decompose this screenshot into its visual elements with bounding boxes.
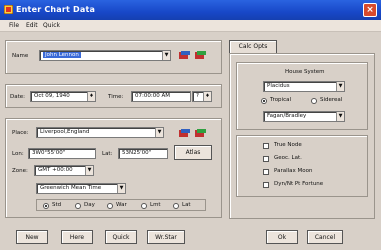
radio-lmt[interactable] (141, 203, 147, 209)
name-value: John Lennon (43, 52, 81, 58)
zone-label: Zone: (12, 168, 28, 174)
radio-tropical-label: Tropical (270, 97, 291, 103)
radio-war-label: War (116, 202, 127, 208)
place-value: Liverpool,England (40, 129, 90, 135)
checkbox-geoc-lat[interactable] (263, 156, 269, 162)
new-button-label: New (25, 234, 39, 241)
close-icon: × (366, 5, 374, 15)
radio-std[interactable] (43, 203, 49, 209)
place-panel: Place: Liverpool,England ▼ Lon: 3W0°55'0… (5, 118, 222, 218)
time-value: 07:00:00 AM (135, 93, 170, 99)
lat-label: Lat: (102, 151, 113, 157)
window-title: Enter Chart Data (16, 5, 96, 14)
time-flag: ? (196, 93, 199, 99)
time-flag-field[interactable]: ? ♦ (192, 91, 212, 102)
checkbox-parallax-moon[interactable] (263, 169, 269, 175)
house-system-label: House System (285, 69, 325, 75)
timezone-value: Greenwich Mean Time (40, 185, 102, 191)
zone-value: GMT +00:00 (38, 167, 73, 173)
radio-sidereal-label: Sidereal (320, 97, 343, 103)
name-panel: Name John Lennon ▼ (5, 40, 222, 74)
wrstar-button-label: Wr.Star (155, 234, 177, 241)
tab-calc-opts-label: Calc Opts (238, 43, 268, 50)
radio-tropical[interactable] (261, 98, 267, 104)
cancel-button-label: Cancel (314, 234, 336, 241)
place-label: Place: (12, 130, 29, 136)
house-system-group: House System Placidus ▼ Tropical Siderea… (236, 62, 368, 130)
save-name-icon[interactable] (194, 50, 207, 61)
time-label: Time: (108, 94, 124, 100)
tab-calc-opts[interactable]: Calc Opts (229, 40, 277, 53)
ayanamsa-value: Fagan/Bradley (267, 113, 307, 119)
radio-std-label: Std (52, 202, 62, 208)
lat-value: 53N25'00" (122, 150, 152, 156)
chevron-down-icon[interactable]: ▼ (162, 51, 170, 60)
quick-button-label: Quick (112, 234, 130, 241)
house-system-value: Placidus (267, 83, 290, 89)
lon-value: 3W0°55'00" (32, 150, 66, 156)
name-field[interactable]: John Lennon ▼ (39, 50, 171, 61)
atlas-label: Atlas (185, 149, 201, 156)
cancel-button[interactable]: Cancel (307, 230, 343, 244)
atlas-button[interactable]: Atlas (174, 145, 212, 160)
menu-quick[interactable]: Quick (43, 22, 60, 29)
chevron-down-icon[interactable]: ▼ (336, 82, 344, 91)
app-icon (4, 5, 13, 14)
save-place-icon[interactable] (194, 128, 207, 139)
spin-arrows-icon[interactable]: ♦ (203, 92, 211, 101)
edit-place-icon[interactable] (178, 128, 191, 139)
calc-options-group: True Node Geoc. Lat. Parallax Moon Dyn/N… (236, 135, 368, 197)
radio-war[interactable] (107, 203, 113, 209)
new-button[interactable]: New (16, 230, 48, 244)
menu-bar: File Edit Quick (0, 20, 381, 32)
close-button[interactable]: × (363, 3, 377, 17)
radio-lat-label: Lat (182, 202, 191, 208)
radio-lat[interactable] (173, 203, 179, 209)
chevron-down-icon[interactable]: ▼ (336, 112, 344, 121)
ok-button[interactable]: Ok (266, 230, 298, 244)
date-label: Date: (10, 94, 25, 100)
chevron-down-icon[interactable]: ▼ (85, 166, 93, 175)
chevron-down-icon[interactable]: ▼ (155, 128, 163, 137)
edit-name-icon[interactable] (178, 50, 191, 61)
checkbox-parallax-moon-label: Parallax Moon (274, 168, 313, 174)
chevron-down-icon[interactable]: ▼ (117, 184, 125, 193)
checkbox-geoc-lat-label: Geoc. Lat. (274, 155, 302, 161)
menu-edit[interactable]: Edit (26, 22, 38, 29)
ayanamsa-field[interactable]: Fagan/Bradley ▼ (263, 111, 345, 122)
menu-file[interactable]: File (9, 22, 19, 29)
checkbox-pt-fortune[interactable] (263, 182, 269, 188)
place-field[interactable]: Liverpool,England ▼ (36, 127, 164, 138)
ok-button-label: Ok (277, 234, 287, 241)
checkbox-pt-fortune-label: Dyn/Nt Pt Fortune (274, 181, 324, 187)
house-system-field[interactable]: Placidus ▼ (263, 81, 345, 92)
lat-field[interactable]: 53N25'00" (118, 148, 168, 159)
spin-arrows-icon[interactable]: ♦ (87, 92, 95, 101)
name-label: Name (12, 53, 29, 59)
checkbox-true-node[interactable] (263, 143, 269, 149)
checkbox-true-node-label: True Node (274, 142, 302, 148)
date-panel: Date: Oct 09, 1940 ♦ Time: 07:00:00 AM ?… (5, 84, 222, 108)
quick-button[interactable]: Quick (105, 230, 137, 244)
time-type-radio-group: Std Day War Lmt Lat (36, 199, 206, 211)
title-bar: Enter Chart Data × (0, 0, 381, 20)
time-field[interactable]: 07:00:00 AM (131, 91, 191, 102)
here-button[interactable]: Here (61, 230, 93, 244)
radio-sidereal[interactable] (311, 98, 317, 104)
radio-day-label: Day (84, 202, 95, 208)
timezone-field[interactable]: Greenwich Mean Time ▼ (36, 183, 126, 194)
wrstar-button[interactable]: Wr.Star (147, 230, 185, 244)
lon-label: Lon: (12, 151, 24, 157)
lon-field[interactable]: 3W0°55'00" (28, 148, 96, 159)
radio-day[interactable] (75, 203, 81, 209)
radio-lmt-label: Lmt (150, 202, 161, 208)
date-field[interactable]: Oct 09, 1940 ♦ (30, 91, 96, 102)
zone-field[interactable]: GMT +00:00 ▼ (34, 165, 94, 176)
date-value: Oct 09, 1940 (34, 93, 70, 99)
here-button-label: Here (69, 234, 85, 241)
